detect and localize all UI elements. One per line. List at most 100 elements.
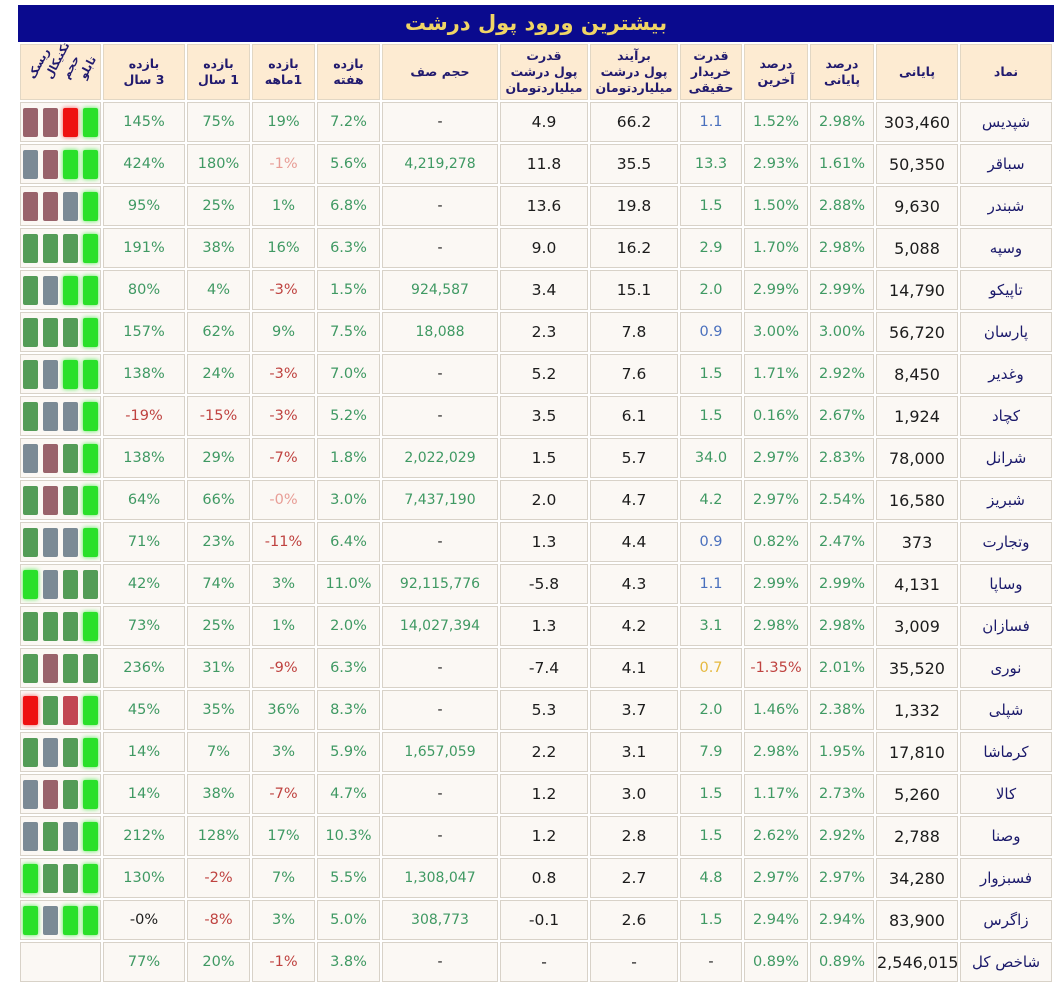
year3-return-cell: 138% [103, 438, 185, 478]
table-row: شبندر9,6302.88%1.50%1.519.813.6-6.8%1%25… [20, 186, 1052, 226]
indicator-bar [63, 360, 78, 389]
col-header-week-return[interactable]: بازدههفته [317, 44, 380, 100]
big-money-power-cell: 3.4 [500, 270, 588, 310]
indicator-bar [83, 906, 98, 935]
indicator-bar [43, 234, 58, 263]
month1-return-cell: 19% [252, 102, 315, 142]
col-header-close[interactable]: پایانی [876, 44, 958, 100]
close-pct-cell: 2.98% [810, 228, 874, 268]
symbol-cell[interactable]: نوری [960, 648, 1052, 688]
year3-return-cell: 71% [103, 522, 185, 562]
symbol-cell[interactable]: پارسان [960, 312, 1052, 352]
indicator-bars-cell [20, 144, 101, 184]
symbol-cell[interactable]: شرانل [960, 438, 1052, 478]
col-header-symbol[interactable]: نماد [960, 44, 1052, 100]
col-header-indicators[interactable]: ریسکتکنیکالحجمتابلو [20, 44, 101, 100]
close-pct-cell: 2.94% [810, 900, 874, 940]
close-pct-cell: 2.98% [810, 102, 874, 142]
indicator-bar [63, 528, 78, 557]
year3-return-cell: 145% [103, 102, 185, 142]
col-header-queue-volume[interactable]: حجم صف [382, 44, 498, 100]
symbol-cell[interactable]: فسبزوار [960, 858, 1052, 898]
col-header-year1-return[interactable]: بازده1 سال [187, 44, 250, 100]
week-return-cell: 4.7% [317, 774, 380, 814]
col-header-last-pct[interactable]: درصدآخرین [744, 44, 808, 100]
net-big-money-cell: 2.6 [590, 900, 678, 940]
symbol-cell[interactable]: وغدیر [960, 354, 1052, 394]
close-pct-cell: 3.00% [810, 312, 874, 352]
week-return-cell: 5.5% [317, 858, 380, 898]
symbol-cell[interactable]: شبندر [960, 186, 1052, 226]
queue-volume-cell: - [382, 102, 498, 142]
indicator-label: تابلو [76, 62, 95, 81]
symbol-cell[interactable]: سباقر [960, 144, 1052, 184]
table-row: فسبزوار34,2802.97%2.97%4.82.70.81,308,04… [20, 858, 1052, 898]
indicator-bar [63, 864, 78, 893]
indicator-bar [43, 276, 58, 305]
buyer-power-cell: 1.5 [680, 900, 742, 940]
indicator-bar [63, 318, 78, 347]
indicator-bar [83, 108, 98, 137]
buyer-power-cell: 0.7 [680, 648, 742, 688]
year3-return-cell: 73% [103, 606, 185, 646]
col-header-close-pct[interactable]: درصدپایانی [810, 44, 874, 100]
symbol-cell[interactable]: شپلی [960, 690, 1052, 730]
table-row: کرماشا17,8101.95%2.98%7.93.12.21,657,059… [20, 732, 1052, 772]
year3-return-cell: 130% [103, 858, 185, 898]
last-pct-cell: -1.35% [744, 648, 808, 688]
symbol-cell[interactable]: شپدیس [960, 102, 1052, 142]
big-money-power-cell: 13.6 [500, 186, 588, 226]
month1-return-cell: -3% [252, 270, 315, 310]
queue-volume-cell: - [382, 522, 498, 562]
symbol-cell[interactable]: کالا [960, 774, 1052, 814]
symbol-cell[interactable]: فسازان [960, 606, 1052, 646]
symbol-cell[interactable]: کرماشا [960, 732, 1052, 772]
symbol-cell[interactable]: شاخص کل [960, 942, 1052, 982]
month1-return-cell: 3% [252, 900, 315, 940]
big-money-power-cell: 9.0 [500, 228, 588, 268]
table-row: کچاد1,9242.67%0.16%1.56.13.5-5.2%-3%-15%… [20, 396, 1052, 436]
col-header-big-money-power[interactable]: قدرتپول درشتمیلیاردتومان [500, 44, 588, 100]
symbol-cell[interactable]: کچاد [960, 396, 1052, 436]
symbol-cell[interactable]: وتجارت [960, 522, 1052, 562]
big-money-power-cell: 1.3 [500, 606, 588, 646]
indicator-bar [83, 150, 98, 179]
queue-volume-cell: 308,773 [382, 900, 498, 940]
close-cell: 2,546,015 [876, 942, 958, 982]
buyer-power-cell: - [680, 942, 742, 982]
indicator-bar [63, 654, 78, 683]
indicator-bar [23, 276, 38, 305]
col-header-month1-return[interactable]: بازده1ماهه [252, 44, 315, 100]
symbol-cell[interactable]: زاگرس [960, 900, 1052, 940]
year1-return-cell: 31% [187, 648, 250, 688]
indicator-bar [43, 738, 58, 767]
month1-return-cell: -11% [252, 522, 315, 562]
month1-return-cell: -3% [252, 354, 315, 394]
indicator-bar [23, 234, 38, 263]
close-cell: 16,580 [876, 480, 958, 520]
symbol-cell[interactable]: وسپه [960, 228, 1052, 268]
indicator-bars-cell [20, 606, 101, 646]
symbol-cell[interactable]: شبریز [960, 480, 1052, 520]
indicator-bar [83, 318, 98, 347]
close-pct-cell: 2.88% [810, 186, 874, 226]
indicator-bar [83, 360, 98, 389]
col-header-year3-return[interactable]: بازده3 سال [103, 44, 185, 100]
last-pct-cell: 2.94% [744, 900, 808, 940]
year3-return-cell: 45% [103, 690, 185, 730]
indicator-bar [23, 696, 38, 725]
symbol-cell[interactable]: وساپا [960, 564, 1052, 604]
symbol-cell[interactable]: وصنا [960, 816, 1052, 856]
week-return-cell: 7.2% [317, 102, 380, 142]
col-header-net-big-money[interactable]: برآیندپول درشتمیلیاردتومان [590, 44, 678, 100]
indicator-bar [63, 612, 78, 641]
table-row: زاگرس83,9002.94%2.94%1.52.6-0.1308,7735.… [20, 900, 1052, 940]
net-big-money-cell: 35.5 [590, 144, 678, 184]
indicator-bars-cell [20, 858, 101, 898]
buyer-power-cell: 0.9 [680, 522, 742, 562]
indicator-bars-cell [20, 396, 101, 436]
net-big-money-cell: 3.7 [590, 690, 678, 730]
symbol-cell[interactable]: تاپیکو [960, 270, 1052, 310]
net-big-money-cell: 7.6 [590, 354, 678, 394]
col-header-buyer-power[interactable]: قدرتخریدارحقیقی [680, 44, 742, 100]
